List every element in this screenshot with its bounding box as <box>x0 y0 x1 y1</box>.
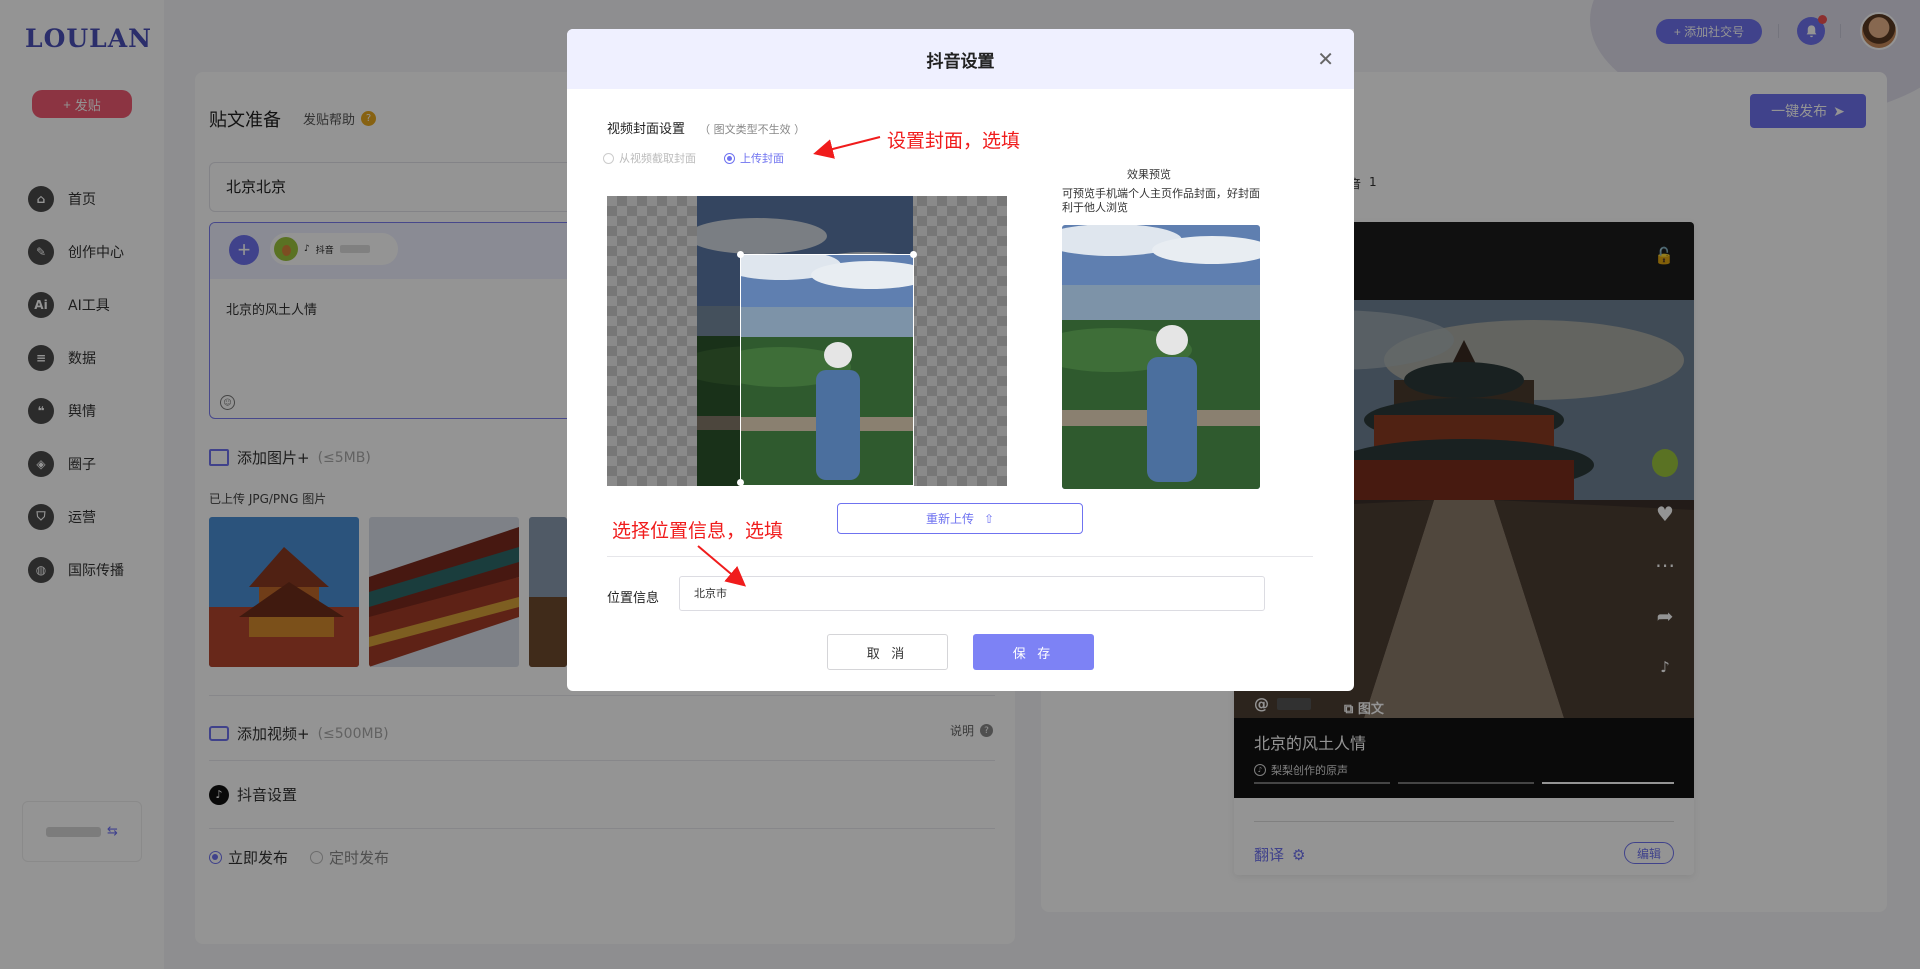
crop-selection-box[interactable] <box>740 254 914 486</box>
upload-icon: ⇧ <box>983 511 995 526</box>
cover-preview-image <box>1062 225 1260 489</box>
cover-from-video-radio[interactable]: 从视频截取封面 <box>603 150 696 166</box>
reupload-label: 重新上传 <box>925 512 974 526</box>
crop-handle[interactable] <box>737 479 744 486</box>
cover-note: （ 图文类型不生效 ） <box>699 123 806 136</box>
dialog-title: 抖音设置 <box>926 51 995 72</box>
cover-settings-label: 视频封面设置 （ 图文类型不生效 ） <box>607 118 805 137</box>
crop-handle[interactable] <box>737 251 744 258</box>
dialog-divider <box>607 556 1313 557</box>
location-label: 位置信息 <box>607 591 660 606</box>
dialog-header: 抖音设置 ✕ <box>567 29 1354 89</box>
cover-upload-radio[interactable]: 上传封面 <box>724 150 784 166</box>
preview-title: 效果预览 <box>1127 168 1171 181</box>
cover-from-video-label: 从视频截取封面 <box>619 152 696 165</box>
cover-annotation: 设置封面，选填 <box>887 130 1021 152</box>
cover-source-group: 从视频截取封面 上传封面 <box>603 150 784 166</box>
reupload-button[interactable]: 重新上传 ⇧ <box>837 503 1083 534</box>
cancel-button[interactable]: 取 消 <box>827 634 948 670</box>
location-input[interactable]: 北京市 <box>679 576 1265 611</box>
cover-upload-label: 上传封面 <box>740 152 784 165</box>
radio-selected-icon <box>724 152 735 164</box>
close-icon[interactable]: ✕ <box>1317 47 1334 72</box>
cover-crop-area[interactable] <box>607 196 1007 486</box>
location-annotation: 选择位置信息，选填 <box>612 520 784 542</box>
preview-description: 可预览手机端个人主页作品封面，好封面利于他人浏览 <box>1062 187 1260 214</box>
save-button[interactable]: 保 存 <box>973 634 1094 670</box>
radio-unselected-icon <box>603 152 614 164</box>
crop-handle[interactable] <box>910 251 917 258</box>
cover-label: 视频封面设置 <box>607 122 686 137</box>
